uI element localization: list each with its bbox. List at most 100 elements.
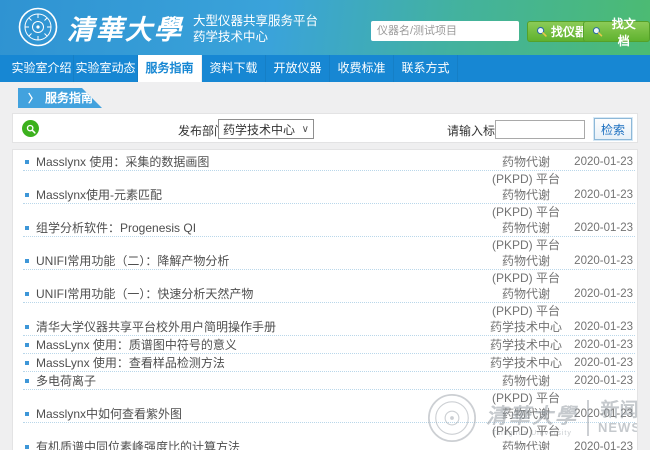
list-item-main-line[interactable]: MassLynx 使用：质谱图中符号的意义 药学技术中心 2020-01-23: [23, 336, 635, 354]
header-search-input[interactable]: [371, 21, 519, 41]
filter-search-button[interactable]: [22, 120, 39, 137]
document-title-link[interactable]: MassLynx 使用：质谱图中符号的意义: [36, 336, 481, 353]
list-item-department-overflow: (PKPD) 平台: [23, 171, 635, 186]
document-title-link[interactable]: 多电荷离子: [36, 372, 481, 389]
document-date: 2020-01-23: [571, 375, 635, 387]
blue-square-bullet-icon: [25, 379, 29, 383]
document-title-link[interactable]: UNIFI常用功能（一）：快速分析天然产物: [36, 285, 481, 302]
list-item: Masslynx中如何查看紫外图 药物代谢 2020-01-23 (PKPD) …: [23, 405, 635, 438]
document-title-link[interactable]: Masslynx使用-元素匹配: [36, 186, 481, 203]
document-department-line2: (PKPD) 平台: [481, 389, 571, 406]
list-item-main-line[interactable]: UNIFI常用功能（二）：降解产物分析 药物代谢 2020-01-23: [23, 252, 635, 270]
find-document-button[interactable]: 找文档: [583, 21, 650, 42]
document-department: 药物代谢: [481, 438, 571, 450]
list-item-main-line[interactable]: Masslynx 使用：采集的数据画图 药物代谢 2020-01-23: [23, 153, 635, 171]
document-department: 药物代谢: [481, 285, 571, 302]
list-item: 有机质谱中同位素峰强度比的计算方法 药物代谢 2020-01-23 (PKPD)…: [23, 438, 635, 450]
document-department-line2: (PKPD) 平台: [481, 302, 571, 319]
title-search-input[interactable]: [495, 120, 585, 139]
list-item: 多电荷离子 药物代谢 2020-01-23 (PKPD) 平台: [23, 372, 635, 405]
department-select[interactable]: 药学技术中心 ∨: [218, 119, 314, 139]
blue-square-bullet-icon: [25, 361, 29, 365]
find-document-label: 找文档: [607, 15, 641, 49]
document-department-line2: (PKPD) 平台: [481, 269, 571, 286]
center-title: 药学技术中心: [193, 29, 318, 45]
list-item-department-overflow: (PKPD) 平台: [23, 390, 635, 405]
list-item-main-line[interactable]: MassLynx 使用：查看样品检测方法 药学技术中心 2020-01-23: [23, 354, 635, 372]
document-date: 2020-01-23: [571, 288, 635, 300]
document-date: 2020-01-23: [571, 156, 635, 168]
document-title-link[interactable]: UNIFI常用功能（二）：降解产物分析: [36, 252, 481, 269]
list-item: Masslynx使用-元素匹配 药物代谢 2020-01-23 (PKPD) 平…: [23, 186, 635, 219]
document-title-link[interactable]: Masslynx 使用：采集的数据画图: [36, 153, 481, 170]
list-item: UNIFI常用功能（二）：降解产物分析 药物代谢 2020-01-23 (PKP…: [23, 252, 635, 285]
guide-list: Masslynx 使用：采集的数据画图 药物代谢 2020-01-23 (PKP…: [12, 149, 638, 450]
document-department: 药物代谢: [481, 186, 571, 203]
site-header: 清華大學 大型仪器共享服务平台 药学技术中心 找仪器 找文档: [0, 0, 650, 55]
document-department: 药物代谢: [481, 372, 571, 389]
nav-tab[interactable]: 收费标准: [330, 55, 394, 82]
document-title-link[interactable]: 组学分析软件：Progenesis QI: [36, 219, 481, 236]
guide-list-rows: Masslynx 使用：采集的数据画图 药物代谢 2020-01-23 (PKP…: [23, 153, 635, 450]
document-department-line2: (PKPD) 平台: [481, 422, 571, 439]
magnifier-icon: [592, 26, 603, 37]
document-date: 2020-01-23: [571, 357, 635, 369]
list-item: UNIFI常用功能（一）：快速分析天然产物 药物代谢 2020-01-23 (P…: [23, 285, 635, 318]
nav-tab[interactable]: 实验室动态: [74, 55, 138, 82]
chevron-right-icon: 〉: [28, 93, 39, 105]
document-department: 药物代谢: [481, 252, 571, 269]
blue-square-bullet-icon: [25, 412, 29, 416]
blue-square-bullet-icon: [25, 226, 29, 230]
list-item: MassLynx 使用：质谱图中符号的意义 药学技术中心 2020-01-23: [23, 336, 635, 354]
document-department: 药学技术中心: [481, 336, 571, 353]
document-date: 2020-01-23: [571, 255, 635, 267]
university-name: 清華大學: [67, 8, 183, 47]
list-item-department-overflow: (PKPD) 平台: [23, 423, 635, 438]
document-date: 2020-01-23: [571, 441, 635, 450]
document-date: 2020-01-23: [571, 321, 635, 333]
page: 清華大學 大型仪器共享服务平台 药学技术中心 找仪器 找文档 实验室介绍: [0, 0, 650, 450]
nav-tab[interactable]: 服务指南: [138, 55, 202, 82]
search-submit-button[interactable]: 检索: [594, 118, 632, 140]
department-select-value: 药学技术中心: [223, 121, 302, 138]
list-item-main-line[interactable]: 多电荷离子 药物代谢 2020-01-23: [23, 372, 635, 390]
magnifier-icon: [536, 26, 547, 37]
nav-tab[interactable]: 实验室介绍: [10, 55, 74, 82]
document-department-line2: (PKPD) 平台: [481, 236, 571, 253]
chevron-down-icon: ∨: [302, 124, 309, 135]
document-title-link[interactable]: 有机质谱中同位素峰强度比的计算方法: [36, 438, 481, 450]
document-title-link[interactable]: MassLynx 使用：查看样品检测方法: [36, 354, 481, 371]
nav-tab[interactable]: 资料下载: [202, 55, 266, 82]
document-department: 药物代谢: [481, 153, 571, 170]
filter-bar: 发布部门: 药学技术中心 ∨ 请输入标题: 检索: [12, 113, 638, 143]
breadcrumb-label: 服务指南: [45, 91, 93, 105]
list-item-department-overflow: (PKPD) 平台: [23, 204, 635, 219]
document-department: 药学技术中心: [481, 318, 571, 335]
document-department: 药物代谢: [481, 405, 571, 422]
document-department-line2: (PKPD) 平台: [481, 170, 571, 187]
list-item-main-line[interactable]: Masslynx使用-元素匹配 药物代谢 2020-01-23: [23, 186, 635, 204]
document-department: 药学技术中心: [481, 354, 571, 371]
document-department-line2: (PKPD) 平台: [481, 203, 571, 220]
blue-square-bullet-icon: [25, 259, 29, 263]
document-title-link[interactable]: Masslynx中如何查看紫外图: [36, 405, 481, 422]
list-item-main-line[interactable]: 有机质谱中同位素峰强度比的计算方法 药物代谢 2020-01-23: [23, 438, 635, 450]
list-item-main-line[interactable]: Masslynx中如何查看紫外图 药物代谢 2020-01-23: [23, 405, 635, 423]
list-item-department-overflow: (PKPD) 平台: [23, 237, 635, 252]
main-nav: 实验室介绍 实验室动态 服务指南 资料下载 开放仪器 收费标准 联系方式: [0, 55, 650, 82]
find-instrument-label: 找仪器: [551, 23, 587, 40]
blue-square-bullet-icon: [25, 193, 29, 197]
tsinghua-seal-icon: [18, 7, 58, 47]
list-item-department-overflow: (PKPD) 平台: [23, 270, 635, 285]
document-date: 2020-01-23: [571, 189, 635, 201]
nav-tab[interactable]: 开放仪器: [266, 55, 330, 82]
site-subtitle: 大型仪器共享服务平台 药学技术中心: [193, 10, 318, 45]
list-item: Masslynx 使用：采集的数据画图 药物代谢 2020-01-23 (PKP…: [23, 153, 635, 186]
blue-square-bullet-icon: [25, 343, 29, 347]
list-item-main-line[interactable]: UNIFI常用功能（一）：快速分析天然产物 药物代谢 2020-01-23: [23, 285, 635, 303]
nav-tab[interactable]: 联系方式: [394, 55, 458, 82]
list-item-main-line[interactable]: 组学分析软件：Progenesis QI 药物代谢 2020-01-23: [23, 219, 635, 237]
document-department: 药物代谢: [481, 219, 571, 236]
document-title-link[interactable]: 清华大学仪器共享平台校外用户简明操作手册: [36, 318, 481, 335]
list-item-main-line[interactable]: 清华大学仪器共享平台校外用户简明操作手册 药学技术中心 2020-01-23: [23, 318, 635, 336]
